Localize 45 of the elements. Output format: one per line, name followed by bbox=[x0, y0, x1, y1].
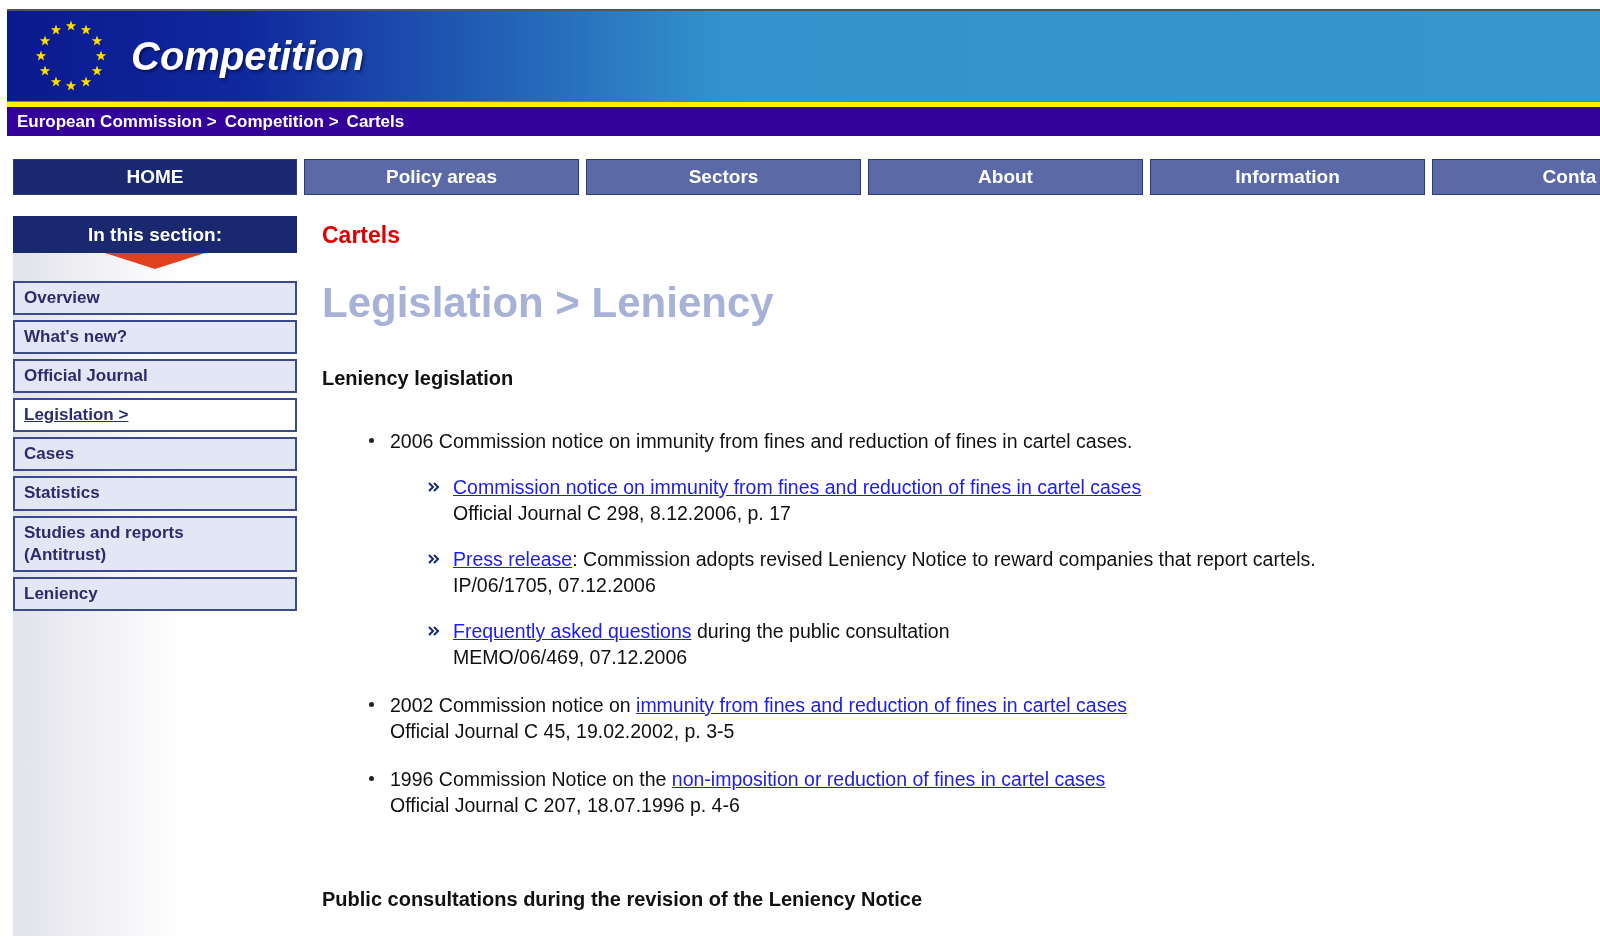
nav-tab[interactable]: Information bbox=[1150, 159, 1425, 195]
item-text: 1996 Commission Notice on the bbox=[390, 768, 668, 790]
sidebar-item[interactable]: Leniency bbox=[13, 576, 297, 611]
sidebar-item[interactable]: What's new? bbox=[13, 320, 297, 355]
document-link[interactable]: Frequently asked questions bbox=[453, 620, 692, 642]
reference-text: Official Journal C 298, 8.12.2006, p. 17 bbox=[453, 501, 792, 526]
bullet-icon bbox=[369, 702, 374, 707]
section-title: Cartels bbox=[322, 222, 401, 249]
page-title: Legislation > Leniency bbox=[322, 279, 775, 327]
nav-tab[interactable]: About bbox=[868, 159, 1143, 195]
document-link[interactable]: Commission notice on immunity from fines and reduction of fines in cartel cases bbox=[453, 476, 1142, 498]
item-text: during the public consultation bbox=[695, 620, 950, 642]
sidebar-item[interactable]: Statistics bbox=[13, 476, 297, 511]
bullet-icon bbox=[369, 776, 374, 781]
subheading: Leniency legislation bbox=[322, 367, 515, 390]
item-text: : Commission adopts revised Leniency Notice to reward companies that report cartels. bbox=[572, 548, 1316, 570]
breadcrumb-link[interactable]: European Commission > bbox=[17, 111, 217, 132]
reference-text: MEMO/06/469, 07.12.2006 bbox=[453, 645, 689, 670]
document-link[interactable]: non-imposition or reduction of fines in cartel cases bbox=[671, 768, 1106, 790]
site-title: Competition bbox=[131, 33, 365, 79]
subheading: Public consultations during the revision of the Leniency Notice bbox=[322, 888, 924, 911]
document-link[interactable]: Press release bbox=[453, 548, 573, 570]
reference-text: Official Journal C 45, 19.02.2002, p. 3-5 bbox=[390, 719, 736, 744]
sidebar-item[interactable]: Studies and reports (Antitrust) bbox=[13, 515, 297, 572]
item-text: 2002 Commission notice on bbox=[390, 694, 632, 716]
double-chevron-icon bbox=[428, 482, 440, 492]
sidebar-item[interactable]: Legislation > bbox=[13, 398, 297, 433]
nav-tab[interactable]: Policy areas bbox=[304, 159, 579, 195]
nav-tab[interactable]: HOME bbox=[13, 159, 297, 195]
sidebar-item[interactable]: Official Journal bbox=[13, 359, 297, 394]
breadcrumb-link[interactable]: Competition > bbox=[224, 111, 339, 132]
breadcrumb-link[interactable]: Cartels bbox=[346, 111, 405, 132]
bullet-icon bbox=[369, 438, 374, 443]
sidebar-item[interactable]: Cases bbox=[13, 437, 297, 472]
nav-tab[interactable]: Sectors bbox=[586, 159, 861, 195]
down-arrow-icon bbox=[105, 253, 205, 269]
double-chevron-icon bbox=[428, 554, 440, 564]
nav-tab[interactable]: Conta bbox=[1432, 159, 1600, 195]
reference-text: IP/06/1705, 07.12.2006 bbox=[453, 573, 657, 598]
reference-text: Official Journal C 207, 18.07.1996 p. 4-6 bbox=[390, 793, 741, 818]
document-link[interactable]: immunity from fines and reduction of fines in cartel cases bbox=[636, 694, 1127, 716]
section-heading: In this section: bbox=[13, 216, 297, 253]
sidebar-item[interactable]: Overview bbox=[13, 281, 297, 316]
double-chevron-icon bbox=[428, 626, 440, 636]
item-text: 2006 Commission notice on immunity from fines and reduction of fines in cartel cases. bbox=[390, 430, 1133, 452]
